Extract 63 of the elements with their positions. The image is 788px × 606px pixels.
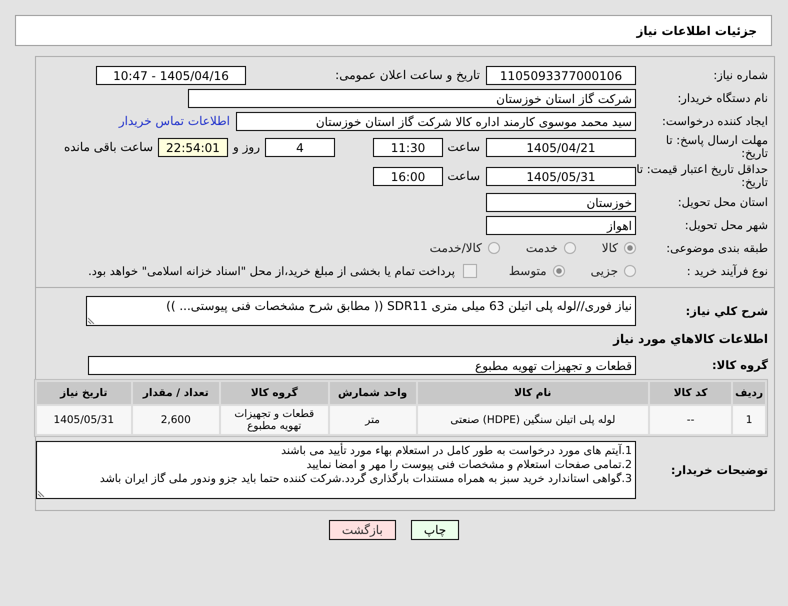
need-number-field: 1105093377000106 bbox=[486, 66, 636, 84]
deadline-time-field: 11:30 bbox=[373, 138, 443, 156]
radio-option[interactable]: جزیی bbox=[590, 264, 636, 278]
field-label: شماره نیاز: bbox=[712, 68, 769, 82]
buyer-notes-textarea[interactable] bbox=[36, 441, 636, 499]
table-cell: متر bbox=[330, 406, 416, 434]
section-title: اطلاعات کالاهاي مورد نياز bbox=[613, 332, 769, 346]
table-cell: 1 bbox=[733, 406, 765, 434]
column-header: واحد شمارش bbox=[330, 382, 416, 404]
resize-grip-icon bbox=[38, 489, 46, 497]
days-field: 4 bbox=[265, 138, 335, 156]
field-label: مهلت ارسال پاسخ: تا تاریخ: bbox=[664, 134, 769, 160]
field-label: ساعت bbox=[446, 140, 481, 154]
note-line: 1.آیتم های مورد درخواست به طور کامل در استعلام بهاء مورد تأیید می باشند bbox=[280, 444, 632, 458]
validity-date-field: 1405/05/31 bbox=[486, 166, 636, 186]
note-line: 2.تمامی صفحات استعلام و مشخصات فنی پیوست را مهر و امضا نمایید bbox=[306, 458, 632, 472]
remaining-time-field: 22:54:01 bbox=[158, 138, 228, 156]
action-button[interactable]: بازگشت bbox=[328, 520, 396, 540]
field-label: تاریخ و ساعت اعلان عمومی: bbox=[334, 68, 481, 82]
action-button[interactable]: چاپ bbox=[410, 520, 460, 540]
field-label: گروه کالا: bbox=[711, 358, 769, 372]
column-header: ردیف bbox=[733, 382, 765, 404]
page-title: جزئیات اطلاعات نیاز bbox=[636, 24, 757, 38]
resize-grip-icon bbox=[88, 316, 96, 324]
buyer-org-field: شرکت گاز استان خوزستان bbox=[188, 88, 636, 108]
column-header: تعداد / مقدار bbox=[132, 382, 219, 404]
column-header: تاریخ نیاز bbox=[37, 382, 131, 404]
radio-option[interactable]: کالا bbox=[602, 241, 636, 255]
note-line: 3.گواهی استاندارد خرید سبز به همراه مستندات بارگذاری گردد.شرکت کننده حتما باید جزو وندور ملی گاز ایران باشد bbox=[98, 472, 632, 486]
radio-option[interactable]: متوسط bbox=[508, 264, 565, 278]
field-label: ساعت باقی مانده bbox=[62, 140, 154, 154]
field-label: شهر محل تحویل: bbox=[684, 218, 769, 232]
city-field: اهواز bbox=[486, 216, 636, 234]
checkbox-label: پرداخت تمام یا بخشی از مبلغ خرید،از محل "اسناد خزانه اسلامی" خواهد بود. bbox=[88, 264, 455, 278]
validity-time-field: 16:00 bbox=[373, 166, 443, 186]
column-header: گروه کالا bbox=[220, 382, 328, 404]
field-label: توضیحات خریدار: bbox=[670, 464, 769, 476]
field-label: استان محل تحویل: bbox=[676, 196, 769, 208]
field-label: نوع فرآیند خرید : bbox=[686, 264, 769, 278]
field-label: ساعت bbox=[446, 169, 481, 183]
radio-option[interactable]: کالا/خدمت bbox=[430, 241, 500, 255]
table-cell: 2,600 bbox=[132, 406, 219, 434]
table-cell: لوله پلی اتیلن سنگین (HDPE) صنعتی bbox=[418, 406, 648, 434]
field-label: ایجاد کننده درخواست: bbox=[661, 114, 769, 128]
radio-option[interactable]: خدمت bbox=[526, 241, 576, 255]
description-textarea[interactable]: نیاز فوری//لوله پلی اتیلن 63 میلی متری SDR11 (( مطابق شرح مشخصات فنی پیوستی... )) bbox=[86, 296, 636, 326]
goods-group-field: قطعات و تجهیزات تهویه مطبوع bbox=[88, 356, 636, 374]
creator-field: سید محمد موسوی کارمند اداره کالا شرکت گاز استان خوزستان bbox=[236, 112, 636, 130]
column-header: کد کالا bbox=[650, 382, 732, 404]
buyer-contact-link[interactable]: اطلاعات تماس خریدار bbox=[118, 114, 236, 128]
table-cell: 1405/05/31 bbox=[37, 406, 131, 434]
province-field: خوزستان bbox=[486, 192, 636, 212]
announce-date-field: 1405/04/16 - 10:47 bbox=[96, 66, 246, 84]
table-cell: قطعات و تجهیزات تهویه مطبوع bbox=[220, 406, 328, 434]
field-label: شرح کلي نياز: bbox=[684, 304, 769, 318]
field-label: حداقل تاریخ اعتبار قیمت: تا تاریخ: bbox=[636, 163, 769, 189]
deadline-date-field: 1405/04/21 bbox=[486, 138, 636, 156]
field-label: طبقه بندی موضوعی: bbox=[665, 242, 769, 254]
field-label: نام دستگاه خریدار: bbox=[676, 92, 769, 104]
field-label: روز و bbox=[232, 140, 261, 154]
table-cell: -- bbox=[650, 406, 732, 434]
checkbox[interactable] bbox=[462, 264, 477, 278]
column-header: نام کالا bbox=[418, 382, 648, 404]
